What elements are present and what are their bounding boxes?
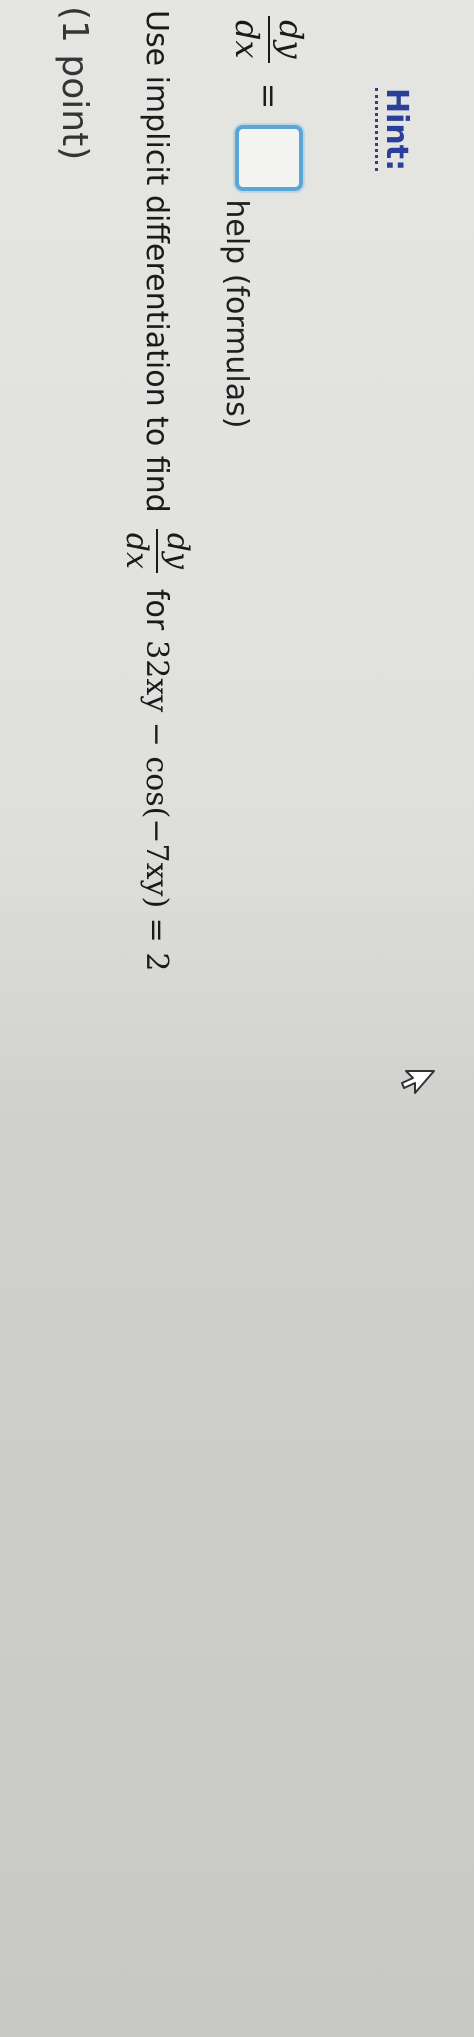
help-formulas-link[interactable]: help (formulas) (220, 199, 255, 428)
derivative-fraction: dy dx (119, 528, 195, 573)
hint-link[interactable]: Hint: (375, 88, 414, 172)
answer-lhs-denominator: dx (228, 16, 270, 63)
point-label: (1 point) (54, 6, 95, 161)
answer-input[interactable] (235, 125, 303, 192)
problem-card: (1 point) Use implicit differentiation t… (0, 0, 474, 1120)
equation: 32xy − cos(−7xy) = 2 (139, 640, 175, 972)
instruction-for: for (139, 588, 175, 631)
question-line: Use implicit differentiation to find dy … (112, 10, 202, 971)
rotated-screen: (1 point) Use implicit differentiation t… (0, 0, 474, 2037)
instruction-text: Use implicit differentiation to find (139, 10, 175, 513)
fraction-numerator: dy (160, 532, 195, 569)
equals-sign: = (250, 82, 288, 110)
answer-lhs-numerator: dy (272, 20, 310, 59)
answer-lhs-fraction: dy dx (228, 16, 310, 63)
fraction-denominator: dx (119, 528, 158, 573)
mouse-pointer-icon (401, 1070, 435, 1094)
answer-line: dy dx = help (formulas) (214, 10, 324, 428)
